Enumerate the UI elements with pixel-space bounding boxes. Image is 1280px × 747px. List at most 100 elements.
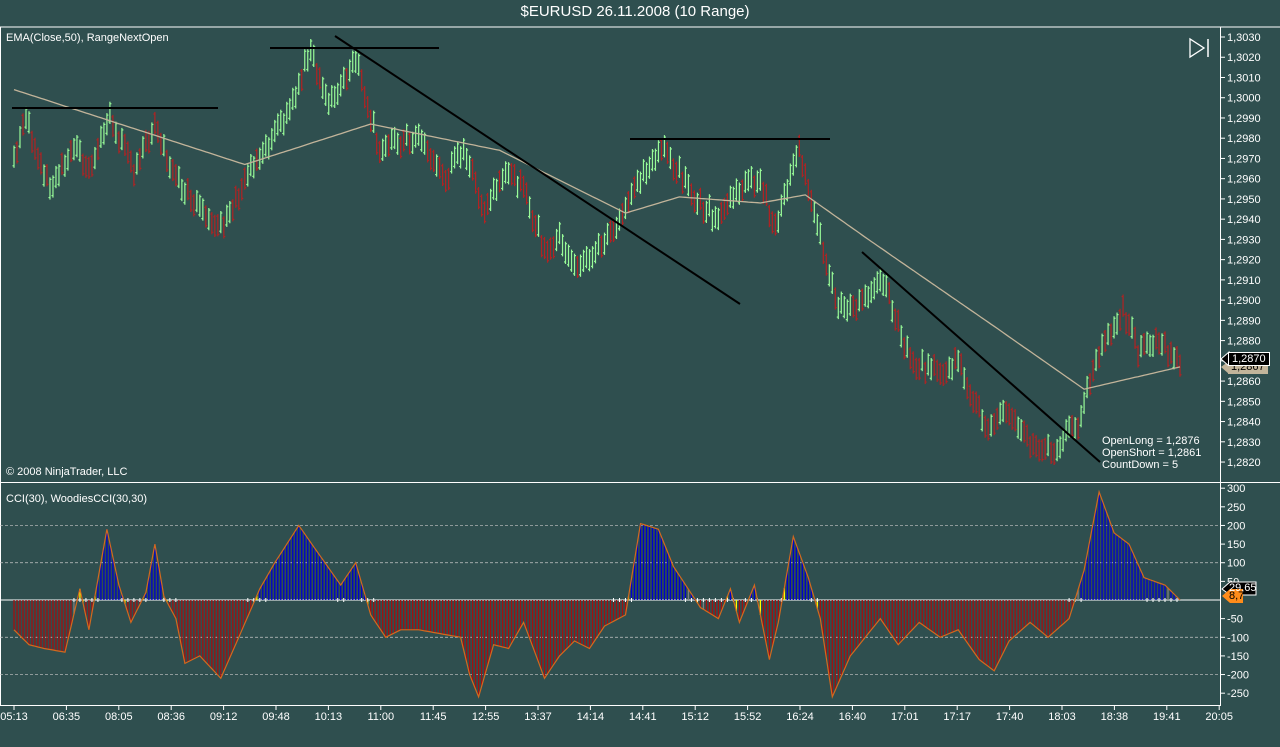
up-bar xyxy=(324,83,328,106)
time-tick-label: 09:12 xyxy=(210,711,238,723)
up-bar xyxy=(845,299,849,322)
up-bar xyxy=(884,275,888,298)
price-tick-label: 1,2960 xyxy=(1227,174,1261,186)
trend-line[interactable] xyxy=(861,251,1101,463)
up-bar xyxy=(989,414,993,437)
down-bar xyxy=(800,155,804,178)
up-bar xyxy=(396,132,400,155)
down-bar xyxy=(833,287,837,310)
down-bar xyxy=(546,240,550,263)
up-bar xyxy=(1079,405,1083,428)
cci-tick-label: 200 xyxy=(1227,520,1245,532)
woodies-value-marker: 8,7 xyxy=(1229,590,1245,602)
down-bar xyxy=(474,171,478,194)
up-bar xyxy=(228,200,232,224)
up-bar xyxy=(327,92,331,116)
up-bar xyxy=(450,151,454,174)
up-bar xyxy=(956,349,960,373)
down-bar xyxy=(608,220,612,243)
price-tick-label: 1,3010 xyxy=(1227,72,1261,84)
down-bar xyxy=(15,141,19,164)
price-tick-label: 1,2850 xyxy=(1227,396,1261,408)
up-bar xyxy=(93,146,97,170)
down-bar xyxy=(1004,401,1008,424)
up-bar xyxy=(219,210,223,234)
up-bar xyxy=(644,162,648,185)
down-bar xyxy=(90,154,94,177)
up-bar xyxy=(1151,334,1155,357)
down-bar xyxy=(722,197,726,220)
down-bar xyxy=(69,139,73,163)
down-bar xyxy=(701,201,705,224)
time-tick-label: 14:41 xyxy=(629,711,657,723)
up-bar xyxy=(336,82,340,105)
time-tick-label: 05:13 xyxy=(0,711,28,723)
down-bar xyxy=(959,353,963,376)
down-bar xyxy=(1124,312,1128,335)
up-bar xyxy=(782,182,786,206)
up-bar xyxy=(561,234,565,257)
down-bar xyxy=(39,152,43,175)
price-tick-label: 1,2980 xyxy=(1227,133,1261,145)
up-bar xyxy=(866,286,870,309)
down-bar xyxy=(995,407,999,430)
price-tick-label: 1,2950 xyxy=(1227,194,1261,206)
up-bar xyxy=(947,356,951,379)
up-bar xyxy=(743,170,747,193)
down-bar xyxy=(387,134,391,157)
up-bar xyxy=(1061,429,1065,452)
up-bar xyxy=(456,141,460,165)
down-bar xyxy=(432,149,436,173)
open-long-label: OpenLong = 1,2876 xyxy=(1102,435,1200,447)
up-bar xyxy=(650,149,654,172)
up-bar xyxy=(102,122,106,145)
up-bar xyxy=(695,192,699,215)
down-bar xyxy=(1031,432,1035,456)
up-bar xyxy=(920,348,924,372)
down-bar xyxy=(540,235,544,258)
up-bar xyxy=(435,154,439,177)
down-bar xyxy=(611,219,615,242)
chart-window: $EURUSD 26.11.2008 (10 Range) 1,3030 1,30… xyxy=(0,0,1280,747)
chart-canvas[interactable]: 1,3030 1,3020 1,3010 1,3000 1,2990 1,2980 1,29… xyxy=(0,0,1280,747)
up-bar xyxy=(1160,333,1164,356)
down-bar xyxy=(483,201,487,224)
up-bar xyxy=(537,214,541,237)
down-bar xyxy=(213,214,217,238)
down-bar xyxy=(917,357,921,381)
up-bar xyxy=(677,155,681,178)
up-bar xyxy=(794,145,798,168)
down-bar xyxy=(444,169,448,193)
down-bar xyxy=(132,164,136,187)
time-tick-label: 08:36 xyxy=(157,711,185,723)
up-bar xyxy=(330,85,334,108)
down-bar xyxy=(138,148,142,171)
play-icon[interactable] xyxy=(1189,37,1209,59)
strategy-info: OpenLong = 1,2876 OpenShort = 1,2861 Cou… xyxy=(1102,435,1201,471)
up-bar xyxy=(516,175,520,199)
down-bar xyxy=(525,182,529,205)
price-tick-label: 1,3030 xyxy=(1227,32,1261,44)
down-bar xyxy=(519,169,523,192)
down-bar xyxy=(366,96,370,119)
down-bar xyxy=(60,152,64,175)
down-bar xyxy=(914,357,918,380)
up-bar xyxy=(1145,331,1149,354)
up-bar xyxy=(504,161,508,184)
up-bar xyxy=(830,271,834,294)
up-bar xyxy=(177,165,181,189)
up-bar xyxy=(647,156,651,179)
down-bar xyxy=(911,351,915,374)
up-bar xyxy=(78,139,82,162)
down-bar xyxy=(153,112,157,135)
down-bar xyxy=(719,201,723,225)
down-bar xyxy=(1013,409,1017,432)
down-bar xyxy=(438,156,442,179)
down-bar xyxy=(426,140,430,163)
down-bar xyxy=(243,167,247,190)
up-bar xyxy=(839,291,843,314)
price-tick-label: 1,2970 xyxy=(1227,153,1261,165)
down-bar xyxy=(174,164,178,187)
time-tick-label: 17:17 xyxy=(943,711,971,723)
up-bar xyxy=(306,49,310,72)
